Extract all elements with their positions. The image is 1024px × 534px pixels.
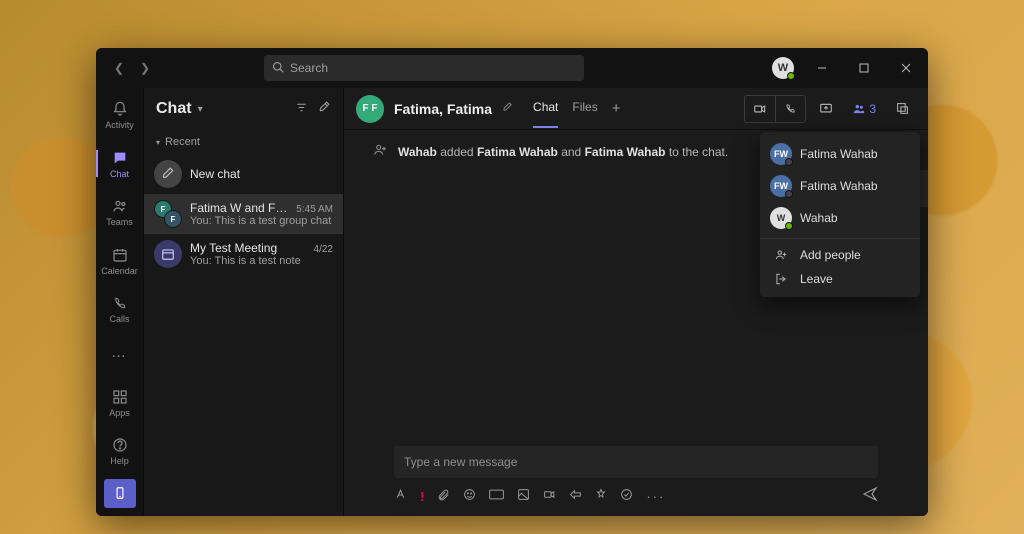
chat-row-group[interactable]: FF Fatima W and Fatima W 5:45 AM You: Th…	[144, 194, 343, 234]
avatar: FW	[770, 175, 792, 197]
emoji-button[interactable]	[463, 488, 476, 504]
conversation-tabs: Chat Files +	[533, 100, 620, 117]
chat-row-meeting[interactable]: My Test Meeting 4/22 You: This is a test…	[144, 234, 343, 274]
tab-files[interactable]: Files	[572, 100, 597, 117]
sticker-button[interactable]	[517, 488, 530, 504]
popout-button[interactable]	[888, 96, 916, 122]
presence-indicator	[785, 190, 793, 198]
section-recent[interactable]: ▾ Recent	[144, 130, 343, 154]
more-compose-button[interactable]: ···	[646, 489, 665, 504]
attach-button[interactable]	[437, 488, 450, 504]
participant-item[interactable]: W Wahab	[760, 202, 920, 234]
share-screen-button[interactable]	[812, 96, 840, 122]
add-people-item[interactable]: Add people	[760, 243, 920, 267]
rail-more[interactable]: …	[96, 336, 144, 369]
gif-button[interactable]	[489, 488, 504, 504]
rail-calls[interactable]: Calls	[96, 288, 144, 330]
more-icon: …	[111, 344, 129, 362]
group-avatar: FF	[154, 200, 182, 228]
chat-list-panel: Chat ▾ ▾ Recent	[144, 88, 344, 516]
rail-teams[interactable]: Teams	[96, 191, 144, 233]
chat-icon	[111, 149, 129, 167]
chat-list-title: Chat	[156, 100, 192, 118]
send-button[interactable]	[862, 486, 878, 506]
participant-item[interactable]: FW Fatima Wahab	[760, 138, 920, 170]
message-composer: Type a new message ! ···	[344, 438, 928, 516]
presence-indicator	[787, 72, 795, 80]
rail-help[interactable]: Help	[96, 430, 144, 472]
avatar: W	[770, 207, 792, 229]
approvals-button[interactable]	[620, 488, 633, 504]
audio-call-button[interactable]	[775, 96, 805, 122]
forward-button[interactable]: ❯	[134, 57, 156, 79]
search-icon	[272, 61, 284, 76]
apps-icon	[111, 388, 129, 406]
new-chat-button[interactable]	[318, 101, 331, 117]
rail-calendar[interactable]: Calendar	[96, 239, 144, 281]
phone-icon	[111, 294, 129, 312]
conversation-title: Fatima, Fatima	[394, 101, 492, 117]
history-nav: ❮ ❯	[108, 57, 156, 79]
rail-apps[interactable]: Apps	[96, 382, 144, 424]
tab-chat[interactable]: Chat	[533, 100, 558, 117]
caret-down-icon: ▾	[156, 138, 160, 147]
format-button[interactable]	[394, 488, 407, 504]
chat-list-header: Chat ▾	[144, 88, 343, 130]
titlebar: ❮ ❯ Search W	[96, 48, 928, 88]
call-button-group	[744, 95, 806, 123]
app-rail: Activity Chat Teams Calendar	[96, 88, 144, 516]
meeting-icon	[154, 240, 182, 268]
stream-button[interactable]	[569, 488, 582, 504]
message-input[interactable]: Type a new message	[394, 446, 878, 478]
conversation-panel: F F Fatima, Fatima Chat Files +	[344, 88, 928, 516]
teams-app-window: ❮ ❯ Search W Activity	[96, 48, 928, 516]
leave-icon	[770, 272, 792, 286]
video-call-button[interactable]	[745, 96, 775, 122]
edit-title-button[interactable]	[502, 102, 513, 116]
rail-mobile-button[interactable]	[104, 479, 136, 509]
add-people-icon	[770, 248, 792, 262]
praise-button[interactable]	[595, 488, 607, 504]
participants-button[interactable]: 3	[846, 102, 882, 116]
back-button[interactable]: ❮	[108, 57, 130, 79]
avatar: FW	[770, 143, 792, 165]
participants-dropdown: FW Fatima Wahab FW Fatima Wahab	[760, 132, 920, 297]
participant-item[interactable]: FW Fatima Wahab	[760, 170, 920, 202]
calendar-icon	[111, 246, 129, 264]
presence-indicator	[785, 222, 793, 230]
divider	[760, 238, 920, 239]
presence-indicator	[785, 158, 793, 166]
meet-now-button[interactable]	[543, 488, 556, 504]
chat-row-new[interactable]: New chat	[144, 154, 343, 194]
search-placeholder: Search	[290, 61, 328, 75]
help-icon	[111, 436, 129, 454]
person-added-icon	[372, 142, 388, 161]
close-button[interactable]	[892, 54, 920, 82]
rail-activity[interactable]: Activity	[96, 94, 144, 136]
search-input[interactable]: Search	[264, 55, 584, 81]
current-user-avatar[interactable]: W	[772, 57, 794, 79]
minimize-button[interactable]	[808, 54, 836, 82]
conversation-avatar: F F	[356, 95, 384, 123]
rail-chat[interactable]: Chat	[96, 142, 144, 184]
filter-button[interactable]	[295, 101, 308, 117]
bell-icon	[111, 100, 129, 118]
teams-icon	[111, 197, 129, 215]
leave-item[interactable]: Leave	[760, 267, 920, 291]
add-tab-button[interactable]: +	[612, 100, 621, 117]
priority-button[interactable]: !	[420, 489, 424, 504]
chevron-down-icon[interactable]: ▾	[198, 104, 203, 115]
conversation-header: F F Fatima, Fatima Chat Files +	[344, 88, 928, 130]
compose-icon	[154, 160, 182, 188]
maximize-button[interactable]	[850, 54, 878, 82]
